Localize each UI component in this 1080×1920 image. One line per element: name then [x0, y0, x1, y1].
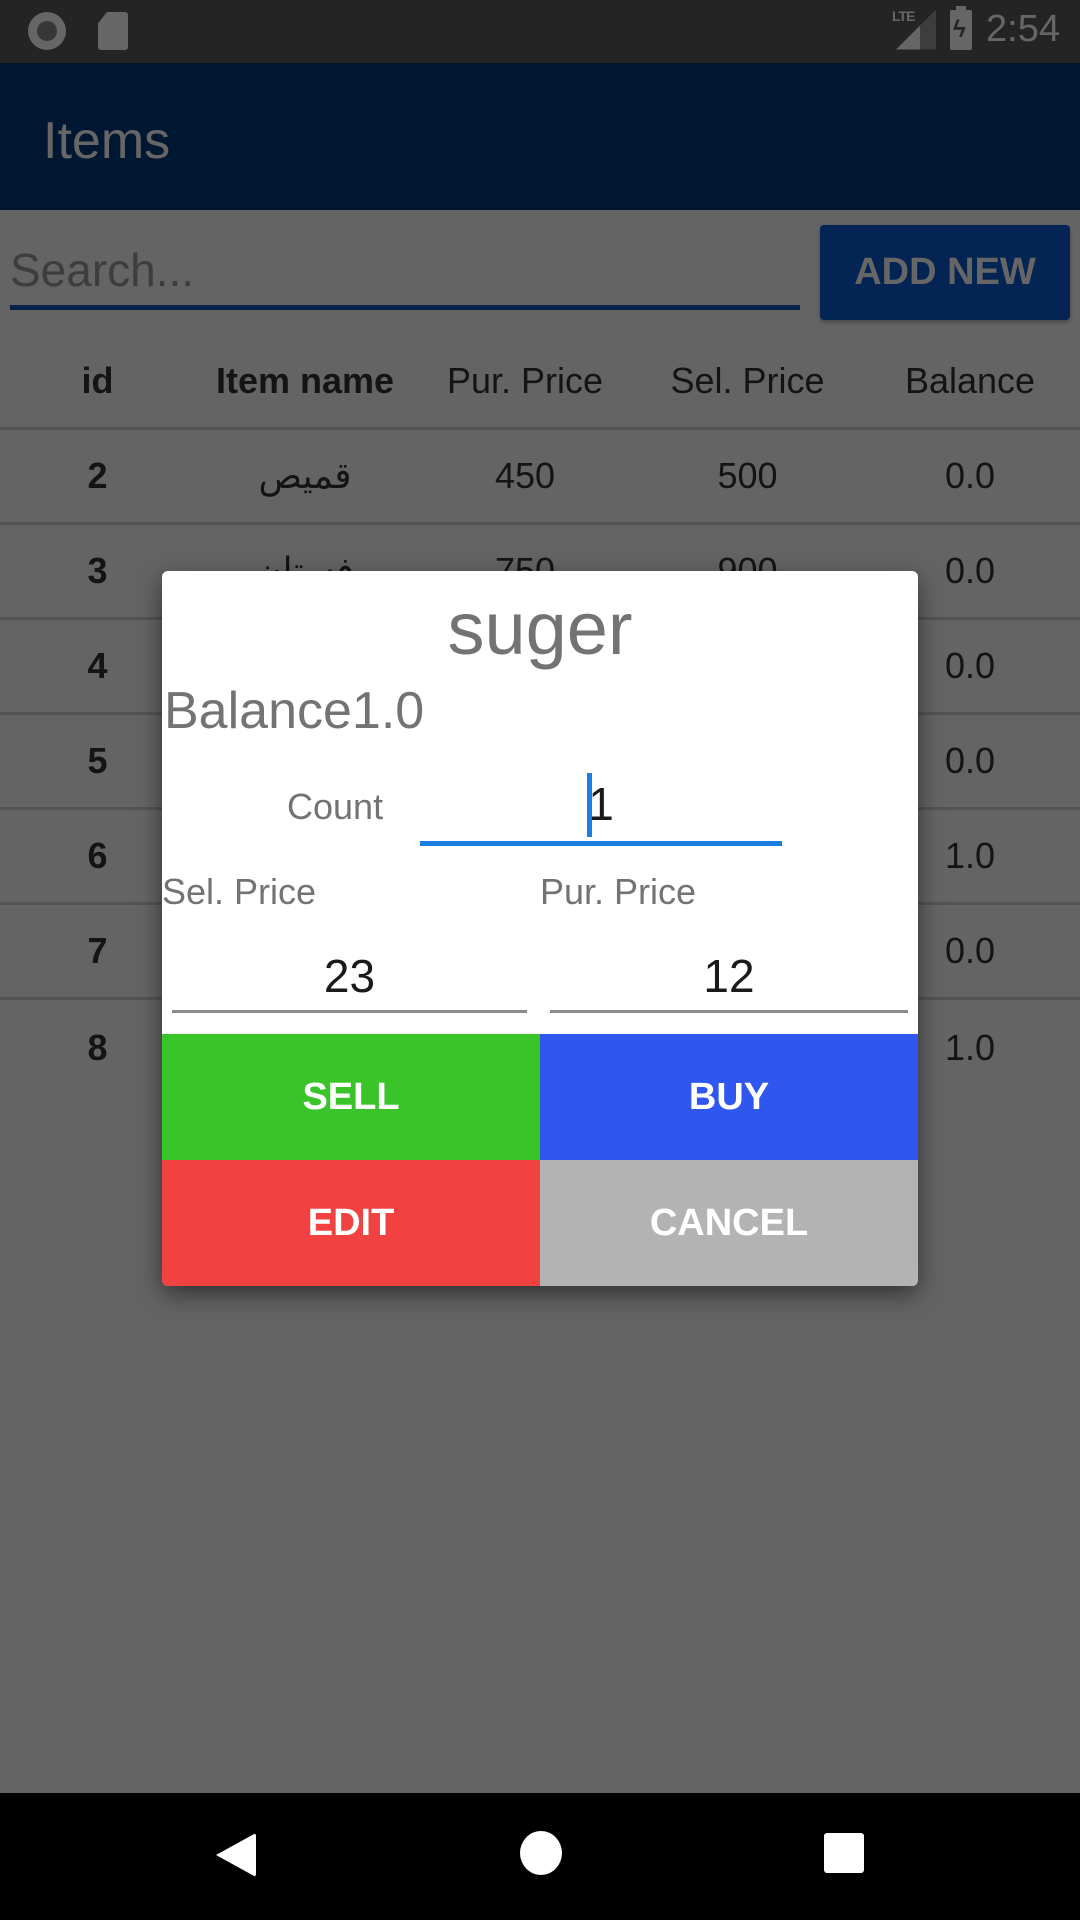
text-cursor: [587, 773, 592, 837]
pur-price-label: Pur. Price: [540, 871, 697, 912]
pur-price-input[interactable]: [550, 941, 908, 1010]
count-input[interactable]: [420, 766, 782, 841]
sel-price-field: [172, 941, 527, 1013]
home-icon[interactable]: [520, 1831, 562, 1875]
item-action-dialog: suger Balance1.0 Count Sel. Price Pur. P…: [162, 571, 918, 1286]
buy-button[interactable]: BUY: [540, 1034, 918, 1160]
cancel-button[interactable]: CANCEL: [540, 1160, 918, 1286]
sell-button[interactable]: SELL: [162, 1034, 540, 1160]
count-label: Count: [287, 786, 384, 827]
edit-button[interactable]: EDIT: [162, 1160, 540, 1286]
sel-price-label: Sel. Price: [162, 871, 317, 912]
screen: LTE 2:54 Items ADD NEW id Item name Pur.…: [0, 0, 1080, 1920]
dialog-balance: Balance1.0: [164, 682, 425, 740]
navigation-bar: [0, 1793, 1080, 1920]
back-icon[interactable]: [216, 1833, 256, 1877]
sel-price-input[interactable]: [172, 941, 527, 1010]
recents-icon[interactable]: [824, 1833, 864, 1873]
pur-price-field: [550, 941, 908, 1013]
dialog-title: suger: [447, 587, 633, 670]
count-field: [420, 766, 782, 846]
